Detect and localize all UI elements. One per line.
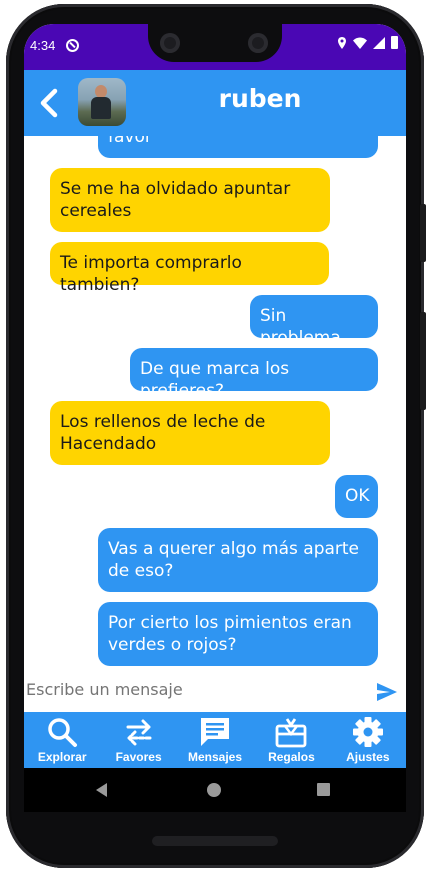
swap-icon [126,719,152,746]
message-list[interactable]: favor Se me ha olvidado apuntar cereales… [24,136,406,672]
message-bubble-incoming: Los rellenos de leche de Hacendado [50,401,330,465]
message-bubble-outgoing: Vas a querer algo más aparte de eso? [98,528,378,592]
message-bubble-outgoing: favor [98,136,378,158]
nav-label: Regalos [268,750,315,764]
message-bubble-outgoing: Sin problema [250,295,378,348]
contact-avatar[interactable] [78,78,126,126]
status-icons [337,36,398,49]
nav-label: Favores [115,750,162,764]
nav-regalos[interactable]: Regalos [253,712,329,768]
power-button [420,204,426,262]
message-bubble-outgoing: Por cierto los pimientos eran verdes o r… [98,602,378,666]
wifi-icon [353,37,367,49]
system-recents-icon[interactable] [317,783,330,796]
message-bubble-outgoing: OK [335,475,378,518]
nav-favores[interactable]: Favores [100,712,176,768]
gear-icon [352,717,383,747]
location-icon [338,36,346,49]
nav-label: Ajustes [346,750,390,764]
system-back-icon[interactable] [96,783,107,797]
signal-icon [373,36,385,49]
front-camera [160,33,180,53]
chat-header: ruben [24,70,406,136]
composer [24,672,406,712]
gift-icon [276,718,307,748]
bottom-nav: Explorar Favores Mensajes Regalos Ajuste… [24,712,406,768]
nav-label: Explorar [37,750,87,764]
battery-icon [391,36,398,49]
speaker-grille [152,836,278,846]
do-not-disturb-icon [66,39,79,52]
send-icon[interactable] [376,682,398,702]
status-time: 4:34 [30,38,56,53]
message-input[interactable] [26,680,346,699]
nav-explorar[interactable]: Explorar [24,712,100,768]
search-icon [48,718,78,747]
system-nav-bar [24,768,406,812]
nav-ajustes[interactable]: Ajustes [330,712,406,768]
camera-notch [148,24,282,62]
front-camera [248,33,268,53]
volume-button [420,312,426,410]
system-home-icon[interactable] [207,783,221,797]
screen: 4:34 ruben favor Se me ha olvidado apunt… [24,24,406,812]
contact-name: ruben [218,84,302,113]
nav-label: Mensajes [188,750,243,764]
nav-mensajes[interactable]: Mensajes [177,712,253,768]
chat-icon [201,718,230,746]
message-bubble-incoming: Te importa comprarlo tambien? [50,242,329,295]
message-bubble-outgoing: De que marca los prefieres? [130,348,378,401]
message-bubble-incoming: Se me ha olvidado apuntar cereales [50,168,330,232]
back-arrow-icon[interactable] [38,88,60,118]
